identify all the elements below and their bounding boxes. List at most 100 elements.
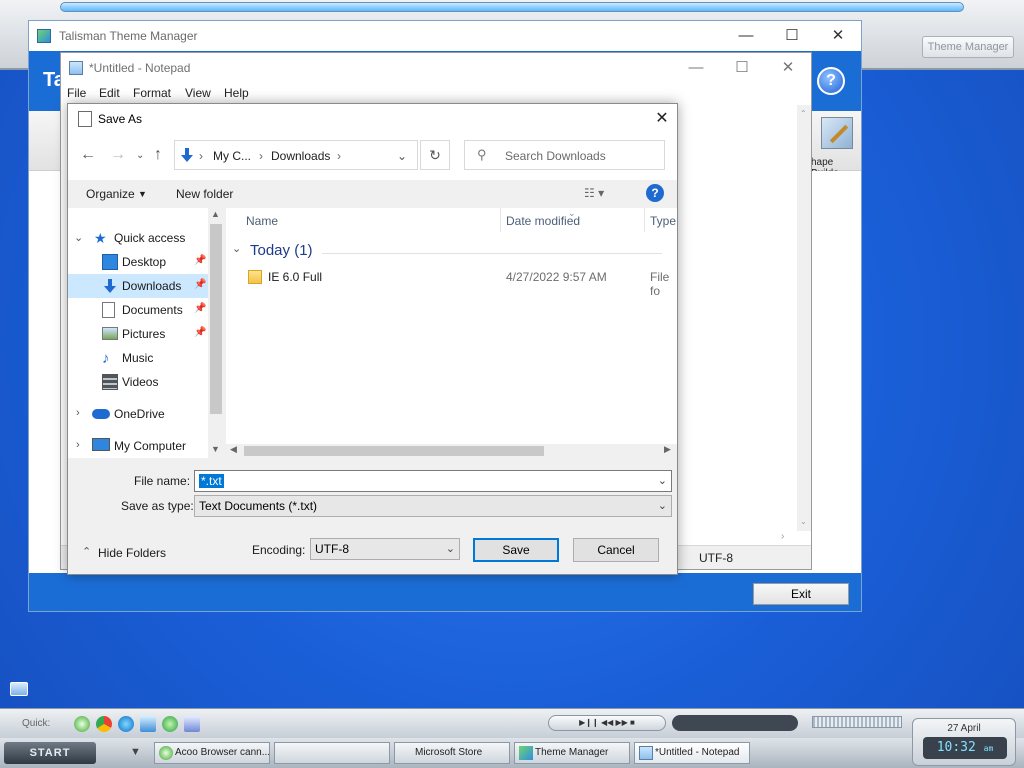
task-empty[interactable]: [274, 742, 390, 764]
scroll-up-icon[interactable]: ⌃: [800, 109, 807, 118]
chrome-icon[interactable]: [96, 716, 112, 732]
up-arrow-icon[interactable]: ↑: [154, 146, 162, 164]
minimize-button[interactable]: —: [723, 21, 769, 51]
column-separator[interactable]: [500, 208, 501, 232]
tree-item-onedrive[interactable]: › OneDrive: [68, 402, 208, 426]
scroll-right-icon[interactable]: ▶: [664, 444, 671, 455]
pin-icon[interactable]: 📌: [194, 327, 206, 338]
forward-arrow-icon[interactable]: →: [110, 146, 126, 164]
tree-scroll-thumb[interactable]: [210, 224, 222, 414]
file-list-horizontal-scrollbar[interactable]: ◀ ▶: [226, 444, 677, 458]
pin-icon[interactable]: 📌: [194, 255, 206, 266]
hide-folders-button[interactable]: Hide Folders: [98, 546, 166, 560]
tree-item-downloads[interactable]: Downloads 📌: [68, 274, 208, 298]
horizontal-scroll-thumb[interactable]: [244, 446, 544, 456]
task-acoo-browser[interactable]: Acoo Browser cann...: [154, 742, 270, 764]
tree-item-my-computer[interactable]: › My Computer: [68, 434, 208, 458]
notepad-close-button[interactable]: ✕: [765, 53, 811, 83]
breadcrumb-downloads[interactable]: Downloads: [271, 149, 330, 163]
tree-scroll-up-icon[interactable]: ▲: [211, 209, 220, 219]
scroll-right-icon[interactable]: ›: [781, 531, 784, 542]
edge-icon[interactable]: [118, 716, 134, 732]
task-notepad[interactable]: *Untitled - Notepad: [634, 742, 750, 764]
scroll-left-icon[interactable]: ◀: [230, 444, 237, 455]
start-button[interactable]: START: [4, 742, 96, 764]
refresh-icon[interactable]: ↻: [420, 140, 450, 170]
menu-edit[interactable]: Edit: [99, 86, 120, 100]
search-input[interactable]: ⚲ Search Downloads: [464, 140, 665, 170]
tree-label-onedrive: OneDrive: [114, 407, 165, 421]
scroll-down-icon[interactable]: ⌄: [800, 517, 807, 526]
tree-item-desktop[interactable]: Desktop 📌: [68, 250, 208, 274]
tree-item-quick-access[interactable]: ⌄ ★ Quick access: [68, 226, 208, 250]
column-header-name[interactable]: Name: [246, 208, 278, 234]
column-header-type[interactable]: Type: [650, 208, 676, 234]
encoding-dropdown-icon[interactable]: ⌄: [446, 542, 455, 555]
save-as-type-select[interactable]: Text Documents (*.txt) ⌄: [194, 495, 672, 517]
desktop-shortcut-icon[interactable]: [10, 682, 28, 696]
menu-help[interactable]: Help: [224, 86, 249, 100]
recent-locations-chevron-icon[interactable]: ⌄: [136, 150, 144, 161]
file-name-input[interactable]: *.txt ⌄: [194, 470, 672, 492]
organize-button[interactable]: Organize: [86, 187, 135, 201]
task-theme-manager[interactable]: Theme Manager: [514, 742, 630, 764]
notepad-icon: [69, 61, 83, 75]
column-separator[interactable]: [644, 208, 645, 232]
collapsed-chevron-icon[interactable]: ›: [76, 439, 80, 451]
menu-view[interactable]: View: [185, 86, 211, 100]
address-bar[interactable]: › My C... › Downloads › ⌄: [174, 140, 418, 170]
notepad-task-icon: [639, 746, 653, 760]
collapsed-chevron-icon[interactable]: ›: [76, 407, 80, 419]
save-button[interactable]: Save: [473, 538, 559, 562]
talisman-help-icon[interactable]: ?: [817, 67, 845, 95]
tree-item-videos[interactable]: Videos: [68, 370, 208, 394]
expanded-chevron-icon[interactable]: ⌄: [74, 231, 83, 244]
refresh-app-icon[interactable]: [162, 716, 178, 732]
computer-shortcut-icon[interactable]: [140, 716, 156, 732]
back-arrow-icon[interactable]: ←: [80, 146, 96, 164]
tree-item-pictures[interactable]: Pictures 📌: [68, 322, 208, 346]
task-label: Microsoft Store: [415, 747, 483, 758]
notepad-maximize-button[interactable]: ☐: [719, 53, 765, 83]
help-icon[interactable]: ?: [646, 184, 664, 202]
exit-button[interactable]: Exit: [753, 583, 849, 605]
cancel-button[interactable]: Cancel: [573, 538, 659, 562]
save-as-type-dropdown-icon[interactable]: ⌄: [658, 499, 667, 512]
close-button[interactable]: ✕: [815, 21, 861, 51]
volume-slider[interactable]: [812, 716, 902, 728]
window-switch-icon[interactable]: [184, 716, 200, 732]
hide-folders-chevron-icon[interactable]: ⌃: [82, 545, 91, 558]
organize-dropdown-icon[interactable]: ▼: [138, 189, 147, 199]
task-microsoft-store[interactable]: Microsoft Store: [394, 742, 510, 764]
theme-manager-top-button[interactable]: Theme Manager: [922, 36, 1014, 58]
save-as-close-button[interactable]: ✕: [646, 104, 678, 134]
menu-file[interactable]: File: [67, 86, 86, 100]
breadcrumb-separator-icon: ›: [259, 149, 263, 163]
notepad-minimize-button[interactable]: —: [673, 53, 719, 83]
menu-format[interactable]: Format: [133, 86, 171, 100]
tree-vertical-scrollbar[interactable]: ▲ ▼: [208, 208, 224, 458]
file-row[interactable]: IE 6.0 Full 4/27/2022 9:57 AM File fo: [238, 268, 677, 298]
group-header-today[interactable]: Today (1): [250, 242, 313, 259]
tree-label-quick-access: Quick access: [114, 231, 186, 245]
notepad-vertical-scrollbar[interactable]: ⌃ ⌄: [797, 105, 811, 531]
breadcrumb-my-computer[interactable]: My C...: [213, 149, 251, 163]
file-name-dropdown-icon[interactable]: ⌄: [658, 474, 667, 487]
tree-item-documents[interactable]: Documents 📌: [68, 298, 208, 322]
tree-item-music[interactable]: ♪ Music: [68, 346, 208, 370]
pin-icon[interactable]: 📌: [194, 279, 206, 290]
maximize-button[interactable]: ☐: [769, 21, 815, 51]
encoding-select[interactable]: UTF-8 ⌄: [310, 538, 460, 560]
quick-label: Quick:: [22, 718, 51, 729]
pin-icon[interactable]: 📌: [194, 303, 206, 314]
clock-widget[interactable]: 27 April 10:32 am: [912, 718, 1016, 766]
shape-builder-icon[interactable]: [821, 117, 853, 149]
media-controls[interactable]: ▶❙❙ ◀◀ ▶▶ ■: [548, 715, 666, 731]
address-dropdown-chevron-icon[interactable]: ⌄: [397, 149, 407, 163]
new-folder-button[interactable]: New folder: [176, 187, 233, 201]
group-collapse-chevron-icon[interactable]: ⌄: [232, 242, 241, 255]
view-options-icon[interactable]: ☷ ▾: [584, 186, 604, 200]
taskbar-menu-arrow-icon[interactable]: ▼: [130, 746, 141, 758]
tree-scroll-down-icon[interactable]: ▼: [211, 444, 220, 454]
browser-icon[interactable]: [74, 716, 90, 732]
